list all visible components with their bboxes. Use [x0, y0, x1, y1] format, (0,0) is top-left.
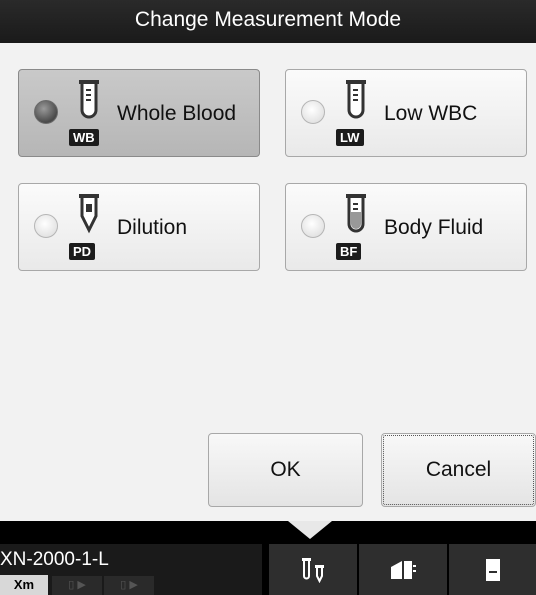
mode-button-whole-blood[interactable]: WB Whole Blood: [18, 69, 260, 157]
mode-button-dilution[interactable]: PD Dilution: [18, 183, 260, 271]
test-tube-icon: [79, 80, 99, 119]
reagent-icon: [391, 560, 416, 579]
badge-bf: BF: [336, 243, 362, 260]
reagent-button[interactable]: [358, 544, 447, 595]
radio-body-fluid[interactable]: [301, 214, 325, 238]
analyzer-button[interactable]: [448, 544, 536, 595]
badge-lw: LW: [336, 129, 364, 146]
dilution-tube-icon: [79, 194, 99, 234]
mode-label-low-wbc: Low WBC: [384, 102, 478, 125]
ok-button[interactable]: OK: [208, 433, 363, 507]
active-indicator-arrow: [288, 521, 332, 539]
dialog-title: Change Measurement Mode: [0, 0, 536, 43]
analyzer-icon: [486, 558, 500, 581]
measurement-mode-dialog: WB Whole Blood LW Low WBC PD Dilution BF…: [0, 43, 536, 521]
sample-tubes-button[interactable]: [268, 544, 357, 595]
badge-wb: WB: [69, 129, 99, 146]
mode-label-body-fluid: Body Fluid: [384, 216, 484, 239]
mode-label-whole-blood: Whole Blood: [117, 102, 237, 125]
test-tube-icon: [346, 80, 366, 119]
mini-tube-forward-icon: ▯ ▶: [104, 576, 154, 595]
mini-tube-play-icon: ▯ ▶: [52, 576, 102, 595]
radio-dilution[interactable]: [34, 214, 58, 238]
mode-label-dilution: Dilution: [117, 216, 188, 239]
xm-label: Xm: [0, 575, 48, 595]
badge-pd: PD: [69, 243, 96, 260]
test-tube-icon: [346, 194, 366, 233]
mode-button-body-fluid[interactable]: BF Body Fluid: [285, 183, 527, 271]
radio-whole-blood[interactable]: [34, 100, 58, 124]
cancel-button[interactable]: Cancel: [381, 433, 536, 507]
radio-low-wbc[interactable]: [301, 100, 325, 124]
sample-tubes-icon: [302, 557, 324, 583]
device-name: XN-2000-1-L: [0, 549, 109, 570]
mode-button-low-wbc[interactable]: LW Low WBC: [285, 69, 527, 157]
